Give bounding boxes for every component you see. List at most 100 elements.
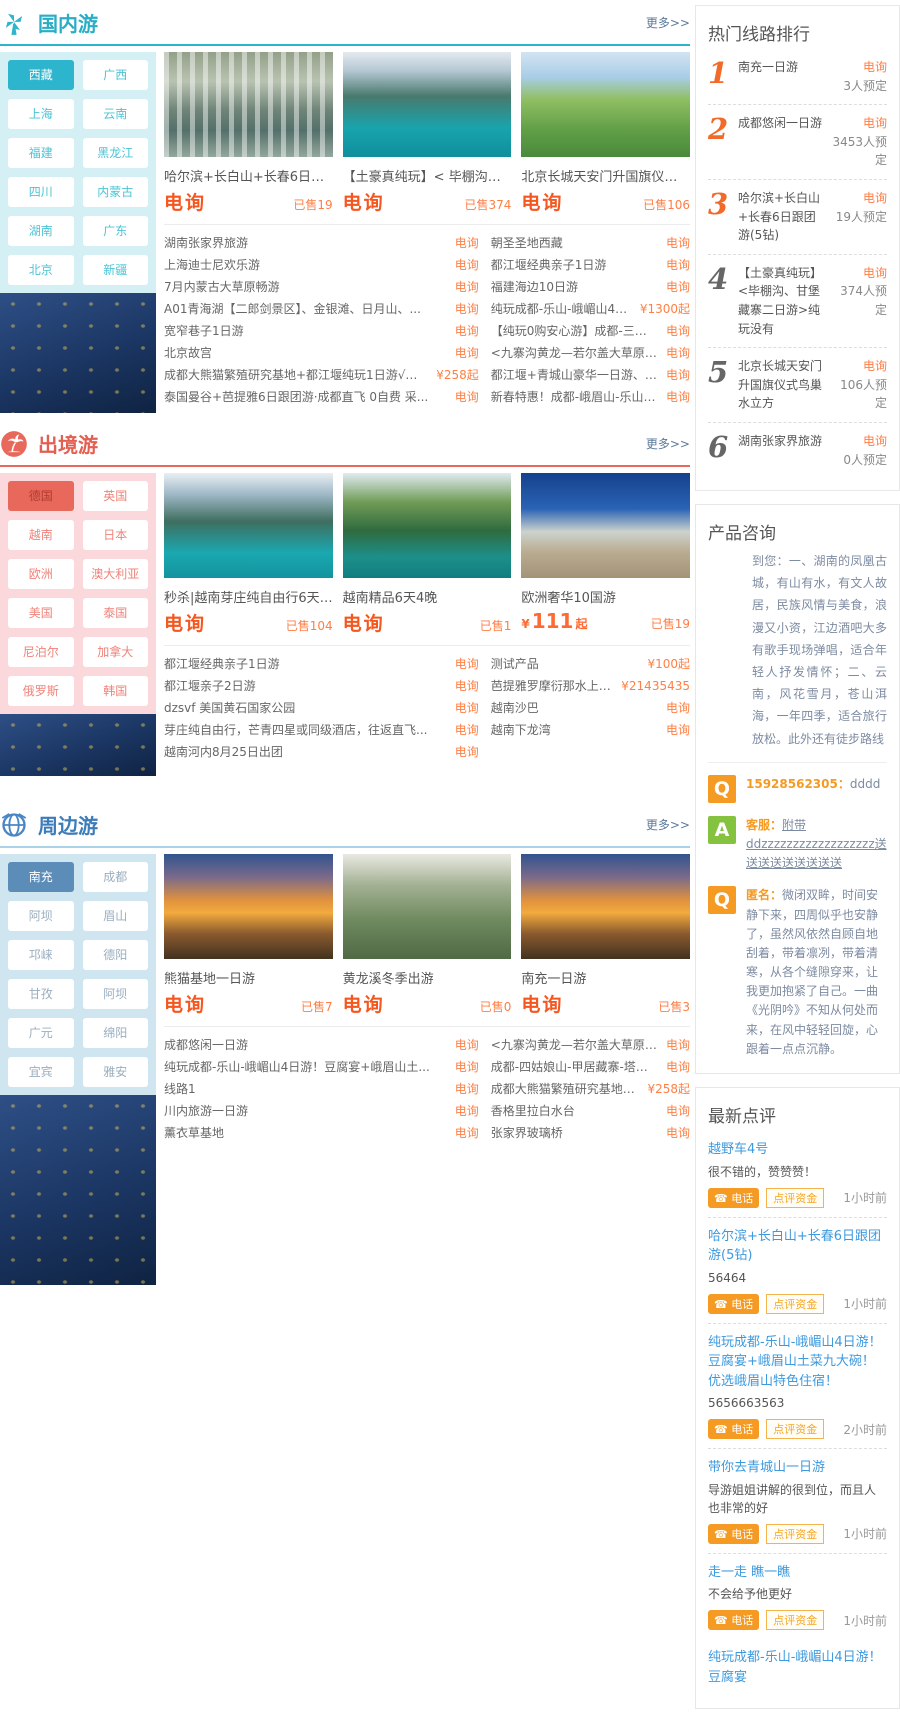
hot-route-item[interactable]: 2 成都悠闲一日游 电询 3453人预定 bbox=[708, 105, 887, 180]
region-tab[interactable]: 新疆 bbox=[83, 255, 149, 285]
product-card[interactable]: 越南精品6天4晚 电询 已售1 bbox=[343, 473, 512, 636]
region-tab[interactable]: 德阳 bbox=[83, 940, 149, 970]
product-row[interactable]: 纯玩成都-乐山-峨嵋山4日游！豆腐宴+峨眉山土... 电询 bbox=[164, 1056, 479, 1078]
product-row[interactable]: 都江堰亲子2日游 电询 bbox=[164, 675, 479, 697]
review-product-link[interactable]: 越野车4号 bbox=[708, 1140, 887, 1160]
region-tab[interactable]: 福建 bbox=[8, 138, 74, 168]
more-link[interactable]: 更多>> bbox=[646, 816, 690, 833]
region-tab[interactable]: 西藏 bbox=[8, 60, 74, 90]
product-row[interactable]: 纯玩成都-乐山-峨嵋山4日游！豆腐宴+峨眉山土... ¥1300起 bbox=[491, 298, 690, 320]
inquiry-link[interactable]: 电询 bbox=[831, 189, 887, 208]
region-tab[interactable]: 阿坝 bbox=[83, 979, 149, 1009]
region-tab[interactable]: 欧洲 bbox=[8, 559, 74, 589]
region-tab[interactable]: 湖南 bbox=[8, 216, 74, 246]
product-row[interactable]: 泰国曼谷+芭提雅6日跟团游·成都直飞 0自费 采... 电询 bbox=[164, 386, 479, 408]
product-row[interactable]: A01青海湖【二郎剑景区】、金银滩、日月山、... 电询 bbox=[164, 298, 479, 320]
review-product-link[interactable]: 带你去青城山一日游 bbox=[708, 1458, 887, 1478]
hot-route-item[interactable]: 6 湖南张家界旅游 电询 0人预定 bbox=[708, 423, 887, 478]
hot-route-item[interactable]: 4 【土豪真纯玩】<毕棚沟、甘堡藏寨二日游>纯玩没有 电询 374人预定 bbox=[708, 255, 887, 348]
region-tab[interactable]: 黑龙江 bbox=[83, 138, 149, 168]
review-product-link[interactable]: 哈尔滨+长白山+长春6日跟团游(5钻) bbox=[708, 1227, 887, 1266]
product-row[interactable]: 成都大熊猫繁殖研究基地+都江堰纯玩1日游√三... ¥258起 bbox=[164, 364, 479, 386]
product-row[interactable]: 北京故宫 电询 bbox=[164, 342, 479, 364]
product-row[interactable]: 线路1 电询 bbox=[164, 1078, 479, 1100]
region-tab[interactable]: 绵阳 bbox=[83, 1018, 149, 1048]
region-tab[interactable]: 韩国 bbox=[83, 676, 149, 706]
hot-route-item[interactable]: 1 南充一日游 电询 3人预定 bbox=[708, 49, 887, 105]
product-row[interactable]: 越南下龙湾 电询 bbox=[491, 719, 690, 741]
product-row[interactable]: 成都大熊猫繁殖研究基地+都江堰纯玩1日游√三... ¥258起 bbox=[491, 1078, 690, 1100]
region-tab[interactable]: 广东 bbox=[83, 216, 149, 246]
product-row[interactable]: <九寨沟黄龙—若尔盖大草原—九曲花湖>尊享... 电询 bbox=[491, 1034, 690, 1056]
region-tab[interactable]: 南充 bbox=[8, 862, 74, 892]
product-card[interactable]: 北京长城天安门升国旗仪式鸟巢... 电询 已售106 bbox=[521, 52, 690, 215]
product-row[interactable]: 上海迪士尼欢乐游 电询 bbox=[164, 254, 479, 276]
product-card[interactable]: 哈尔滨+长白山+长春6日跟团游(... 电询 已售19 bbox=[164, 52, 333, 215]
product-row[interactable]: 越南河内8月25日出团 电询 bbox=[164, 741, 479, 763]
region-tab[interactable]: 加拿大 bbox=[83, 637, 149, 667]
region-tab[interactable]: 越南 bbox=[8, 520, 74, 550]
product-row[interactable]: 湖南张家界旅游 电询 bbox=[164, 232, 479, 254]
product-row[interactable]: 川内旅游一日游 电询 bbox=[164, 1100, 479, 1122]
region-tab[interactable]: 日本 bbox=[83, 520, 149, 550]
region-tab[interactable]: 雅安 bbox=[83, 1057, 149, 1087]
region-tab[interactable]: 德国 bbox=[8, 481, 74, 511]
region-tab[interactable]: 澳大利亚 bbox=[83, 559, 149, 589]
product-row[interactable]: 成都悠闲一日游 电询 bbox=[164, 1034, 479, 1056]
region-tab[interactable]: 北京 bbox=[8, 255, 74, 285]
product-row[interactable]: <九寨沟黄龙—若尔盖大草原—九曲花湖>尊享... 电询 bbox=[491, 342, 690, 364]
inquiry-link[interactable]: 电询 bbox=[831, 357, 887, 376]
product-row[interactable]: 香格里拉白水台 电询 bbox=[491, 1100, 690, 1122]
product-card[interactable]: 熊猫基地一日游 电询 已售7 bbox=[164, 854, 333, 1017]
region-tab[interactable]: 成都 bbox=[83, 862, 149, 892]
product-row[interactable]: 宽窄巷子1日游 电询 bbox=[164, 320, 479, 342]
product-row[interactable]: 张家界玻璃桥 电询 bbox=[491, 1122, 690, 1144]
review-product-link[interactable]: 纯玩成都-乐山-峨嵋山4日游！豆腐宴+峨眉山土菜九大碗！优选峨眉山特色住宿！ bbox=[708, 1333, 887, 1392]
inquiry-link[interactable]: 电询 bbox=[831, 432, 887, 451]
product-row[interactable]: 都江堰经典亲子1日游 电询 bbox=[164, 653, 479, 675]
product-card[interactable]: 南充一日游 电询 已售3 bbox=[521, 854, 690, 1017]
region-tab[interactable]: 云南 bbox=[83, 99, 149, 129]
product-row[interactable]: 7月内蒙古大草原畅游 电询 bbox=[164, 276, 479, 298]
more-link[interactable]: 更多>> bbox=[646, 435, 690, 452]
region-tab[interactable]: 宜宾 bbox=[8, 1057, 74, 1087]
region-tab[interactable]: 阿坝 bbox=[8, 901, 74, 931]
region-tab[interactable]: 尼泊尔 bbox=[8, 637, 74, 667]
product-row[interactable]: 芭提雅罗摩衍那水上乐园北京故宫 ¥21435435 bbox=[491, 675, 690, 697]
product-row[interactable]: dzsvf 美国黄石国家公园 电询 bbox=[164, 697, 479, 719]
region-tab[interactable]: 邛崃 bbox=[8, 940, 74, 970]
region-tab[interactable]: 广元 bbox=[8, 1018, 74, 1048]
product-card[interactable]: 【土豪真纯玩】< 毕棚沟、甘堡... 电询 已售374 bbox=[343, 52, 512, 215]
region-tab[interactable]: 泰国 bbox=[83, 598, 149, 628]
inquiry-link[interactable]: 电询 bbox=[831, 264, 887, 283]
hot-route-item[interactable]: 3 哈尔滨+长白山+长春6日跟团游(5钻) 电询 19人预定 bbox=[708, 180, 887, 255]
product-row[interactable]: 越南沙巴 电询 bbox=[491, 697, 690, 719]
product-row[interactable]: 芽庄纯自由行，芒青四星或同级酒店，往返直飞... 电询 bbox=[164, 719, 479, 741]
product-row[interactable]: 朝圣圣地西藏 电询 bbox=[491, 232, 690, 254]
region-tab[interactable]: 美国 bbox=[8, 598, 74, 628]
product-row[interactable]: 【纯玩0购安心游】成都-三亚双飞5日跟团游 娱... 电询 bbox=[491, 320, 690, 342]
region-tab[interactable]: 俄罗斯 bbox=[8, 676, 74, 706]
region-tab[interactable]: 四川 bbox=[8, 177, 74, 207]
region-tab[interactable]: 上海 bbox=[8, 99, 74, 129]
product-row[interactable]: 成都-四姑娘山-甲居藏寨-塔公寺-新都桥-泸定4... 电询 bbox=[491, 1056, 690, 1078]
region-tab[interactable]: 内蒙古 bbox=[83, 177, 149, 207]
region-tab[interactable]: 甘孜 bbox=[8, 979, 74, 1009]
product-card[interactable]: 欧洲奢华10国游 ¥111起 已售19 bbox=[521, 473, 690, 636]
product-card[interactable]: 黄龙溪冬季出游 电询 已售0 bbox=[343, 854, 512, 1017]
review-product-link[interactable]: 走一走 瞧一瞧 bbox=[708, 1563, 887, 1583]
more-link[interactable]: 更多>> bbox=[646, 14, 690, 31]
product-row[interactable]: 都江堰+青城山豪华一日游、真纯玩0购物0自费... 电询 bbox=[491, 364, 690, 386]
inquiry-link[interactable]: 电询 bbox=[831, 58, 887, 77]
review-product-link[interactable]: 纯玩成都-乐山-峨嵋山4日游！豆腐宴 bbox=[708, 1648, 887, 1687]
inquiry-link[interactable]: 电询 bbox=[831, 114, 887, 133]
product-row[interactable]: 薰衣草基地 电询 bbox=[164, 1122, 479, 1144]
product-row[interactable]: 都江堰经典亲子1日游 电询 bbox=[491, 254, 690, 276]
region-tab[interactable]: 眉山 bbox=[83, 901, 149, 931]
region-tab[interactable]: 英国 bbox=[83, 481, 149, 511]
product-row[interactable]: 新春特惠！成都-峨眉山-乐山大佛纯净2日游，全... 电询 bbox=[491, 386, 690, 408]
product-row[interactable]: 福建海边10日游 电询 bbox=[491, 276, 690, 298]
product-row[interactable]: 测试产品 ¥100起 bbox=[491, 653, 690, 675]
region-tab[interactable]: 广西 bbox=[83, 60, 149, 90]
hot-route-item[interactable]: 5 北京长城天安门升国旗仪式鸟巢水立方 电询 106人预定 bbox=[708, 348, 887, 423]
